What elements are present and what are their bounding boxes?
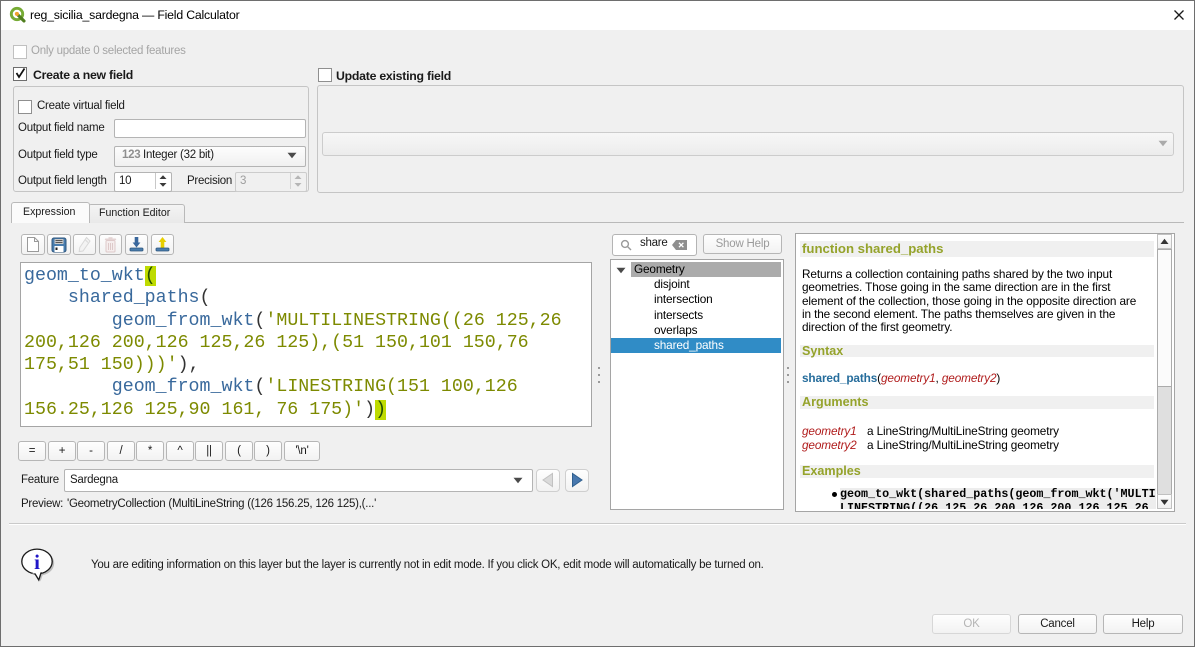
svg-text:i: i: [34, 550, 40, 574]
